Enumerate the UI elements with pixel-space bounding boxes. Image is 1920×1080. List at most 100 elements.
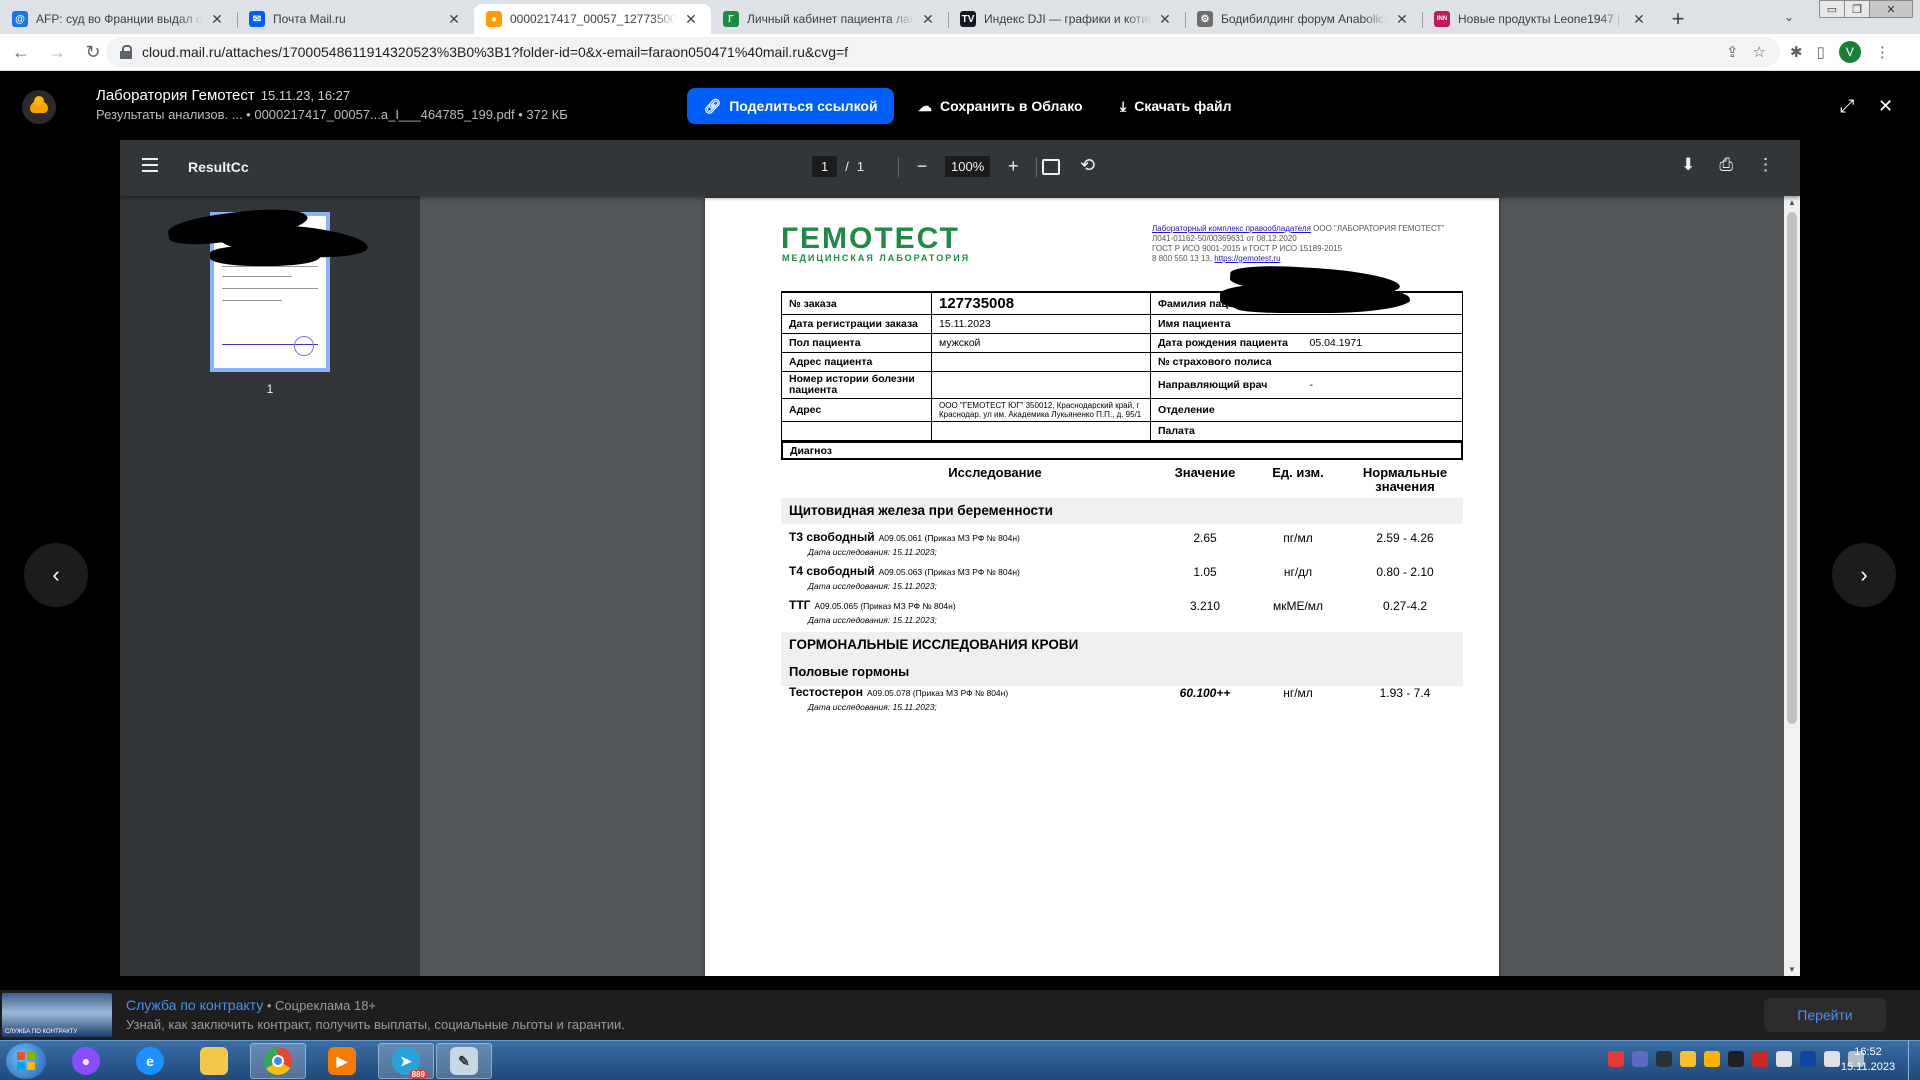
- minimize-icon[interactable]: ▭: [1819, 0, 1845, 18]
- forward-button[interactable]: →: [42, 37, 72, 67]
- browser-tab[interactable]: Г Личный кабинет пациента лабо ✕: [711, 4, 948, 34]
- close-window-icon[interactable]: ✕: [1869, 0, 1913, 18]
- scroll-down-icon[interactable]: ▼: [1784, 965, 1800, 974]
- tab-close-icon[interactable]: ✕: [920, 11, 936, 28]
- tab-search-button[interactable]: ⌄: [1776, 5, 1802, 29]
- lab-site-link[interactable]: https://gemotest.ru: [1214, 254, 1280, 263]
- side-panel-icon[interactable]: ▯: [1817, 43, 1825, 61]
- ad-go-button[interactable]: Перейти: [1764, 998, 1886, 1032]
- scroll-thumb[interactable]: [1787, 212, 1797, 724]
- taskbar-paint[interactable]: ✎: [436, 1043, 492, 1079]
- share-link-button[interactable]: 🔗︎ Поделиться ссылкой: [687, 88, 894, 124]
- test-name: Т4 свободный A09.05.063 (Приказ МЗ РФ № 8…: [789, 564, 1020, 578]
- star-icon[interactable]: ☆: [1753, 43, 1766, 61]
- more-options-icon[interactable]: ⋮: [1757, 155, 1774, 175]
- fit-to-page-icon[interactable]: [1042, 159, 1060, 175]
- lab-license-link[interactable]: Лабораторный комплекс правообладателя: [1152, 224, 1311, 233]
- next-file-button[interactable]: ›: [1832, 543, 1896, 607]
- tray-app-icon[interactable]: [1776, 1051, 1792, 1067]
- reload-button[interactable]: ↻: [78, 37, 108, 67]
- cloud-logo-icon[interactable]: [22, 90, 56, 124]
- taskbar-media[interactable]: ▶: [314, 1043, 370, 1079]
- chrome-icon: [264, 1047, 292, 1075]
- browser-tab[interactable]: INN Новые продукты Leone1947 | Тr ✕: [1422, 4, 1659, 34]
- test-name: Тестостерон A09.05.078 (Приказ МЗ РФ № 80…: [789, 685, 1009, 699]
- tab-close-icon[interactable]: ✕: [1631, 11, 1647, 28]
- tray-app-icon[interactable]: [1656, 1051, 1672, 1067]
- tray-app-icon[interactable]: [1632, 1051, 1648, 1067]
- save-to-cloud-button[interactable]: ☁ Сохранить в Облако: [918, 88, 1083, 124]
- profile-avatar[interactable]: V: [1838, 41, 1861, 63]
- taskbar-alice[interactable]: ●: [58, 1043, 114, 1079]
- network-icon[interactable]: [1800, 1051, 1816, 1067]
- ad-image[interactable]: СЛУЖБА ПО КОНТРАКТУ: [2, 993, 112, 1037]
- share-icon[interactable]: ⇪: [1726, 43, 1739, 61]
- scroll-up-icon[interactable]: ▲: [1784, 198, 1800, 207]
- page-scrollbar[interactable]: ▲ ▼: [1784, 196, 1800, 976]
- fullscreen-icon[interactable]: ⤢: [1840, 96, 1854, 117]
- test-name: Т3 свободный A09.05.061 (Приказ МЗ РФ № 8…: [789, 530, 1020, 544]
- kebab-icon[interactable]: ⋮: [1875, 43, 1890, 61]
- tab-title: 0000217417_00057_127735008_с: [510, 12, 677, 26]
- patient-address-label: Адрес пациента: [781, 352, 932, 372]
- tab-title: Личный кабинет пациента лабо: [747, 12, 914, 26]
- back-button[interactable]: ←: [6, 37, 36, 67]
- download-icon[interactable]: ⬇: [1681, 155, 1695, 175]
- browser-tab[interactable]: @ AFP: суд во Франции выдал ордер ✕: [0, 4, 237, 34]
- tray-app-icon[interactable]: [1704, 1051, 1720, 1067]
- tray-app-icon[interactable]: [1728, 1051, 1744, 1067]
- tab-close-icon[interactable]: ✕: [446, 11, 462, 28]
- tab-close-icon[interactable]: ✕: [209, 11, 225, 28]
- rotate-icon[interactable]: ⟲: [1080, 155, 1095, 176]
- print-icon[interactable]: ⎙: [1719, 155, 1733, 175]
- tray-app-icon[interactable]: [1680, 1051, 1696, 1067]
- policy-value: [1302, 352, 1463, 372]
- browser-tab[interactable]: ✉ Почта Mail.ru ✕: [237, 4, 474, 34]
- start-button[interactable]: [6, 1043, 46, 1079]
- pdf-page: ГЕМОТЕСТ МЕДИЦИНСКАЯ ЛАБОРАТОРИЯ Лаборат…: [705, 198, 1499, 976]
- previous-file-button[interactable]: ‹: [24, 543, 88, 607]
- close-viewer-icon[interactable]: ✕: [1878, 96, 1893, 117]
- page-number-input[interactable]: 1: [812, 156, 838, 177]
- ad-link[interactable]: Служба по контракту: [126, 997, 263, 1013]
- taskbar-ie[interactable]: e: [122, 1043, 178, 1079]
- taskbar-telegram[interactable]: ➤ 889: [378, 1043, 434, 1079]
- tab-close-icon[interactable]: ✕: [1157, 11, 1173, 28]
- tab-favicon-icon: ✉: [249, 11, 265, 27]
- tab-favicon-icon: INN: [1434, 11, 1450, 27]
- firstname-label: Имя пациента: [1150, 314, 1303, 334]
- show-desktop-button[interactable]: [1908, 1041, 1920, 1080]
- chevron-left-icon: ‹: [52, 562, 60, 587]
- page-total: 1: [856, 159, 865, 174]
- taskbar-chrome[interactable]: [250, 1043, 306, 1079]
- ad-title: Служба по контракту • Соцреклама 18+: [126, 997, 376, 1013]
- browser-tab[interactable]: TV Индекс DJI — графики и котиро ✕: [948, 4, 1185, 34]
- download-file-button[interactable]: ⤓ Скачать файл: [1120, 88, 1232, 124]
- new-tab-button[interactable]: +: [1663, 4, 1693, 34]
- tray-app-icon[interactable]: [1608, 1051, 1624, 1067]
- tray-app-icon[interactable]: [1752, 1051, 1768, 1067]
- address-value: ООО "ГЕМОТЕСТ ЮГ" 350012, Краснодарский …: [931, 398, 1151, 422]
- tab-close-icon[interactable]: ✕: [1394, 11, 1410, 28]
- sex-value: мужской: [931, 333, 1151, 353]
- menu-icon[interactable]: [142, 158, 158, 172]
- puzzle-icon[interactable]: ✱: [1790, 43, 1803, 61]
- policy-label: № страхового полиса: [1150, 352, 1303, 372]
- tab-close-icon[interactable]: ✕: [683, 11, 699, 28]
- test-date: Дата исследования: 15.11.2023;: [808, 615, 937, 625]
- test-value-abnormal: 60.100++: [1179, 686, 1231, 700]
- system-clock[interactable]: 16:52 15.11.2023: [1838, 1045, 1898, 1075]
- zoom-level-input[interactable]: 100%: [945, 156, 991, 177]
- zoom-in-icon[interactable]: +: [1004, 156, 1022, 177]
- empty-cell: [781, 421, 932, 441]
- zoom-out-icon[interactable]: −: [913, 156, 931, 177]
- browser-tab[interactable]: ⚙ Бодибилдинг форум AnabolicSh ✕: [1185, 4, 1422, 34]
- ad-text: Узнай, как заключить контракт, получить …: [126, 1017, 625, 1032]
- restore-icon[interactable]: ❐: [1844, 0, 1870, 18]
- tab-favicon-icon: Г: [723, 11, 739, 27]
- lock-icon[interactable]: [120, 45, 132, 59]
- taskbar-explorer[interactable]: [186, 1043, 242, 1079]
- address-bar[interactable]: cloud.mail.ru/attaches/17000548611914320…: [106, 37, 1780, 67]
- browser-tab[interactable]: ● 0000217417_00057_127735008_с ✕: [474, 4, 711, 34]
- tab-title: Новые продукты Leone1947 | Тr: [1458, 12, 1625, 26]
